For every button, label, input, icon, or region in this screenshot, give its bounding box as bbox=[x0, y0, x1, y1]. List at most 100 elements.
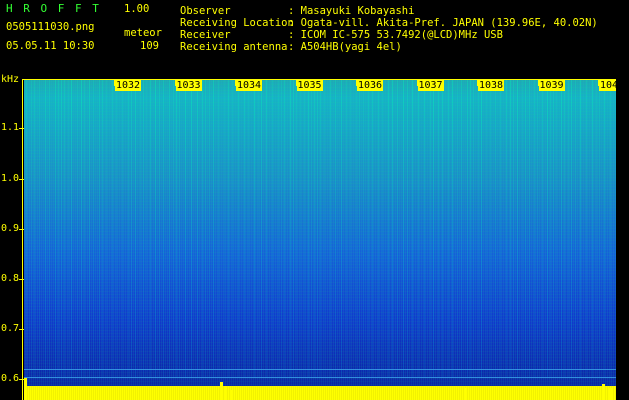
signal-peak bbox=[24, 378, 27, 400]
y-tick-label: 1.1 bbox=[1, 122, 20, 133]
noise-streak bbox=[481, 79, 482, 378]
y-unit-label: kHz bbox=[1, 74, 20, 85]
noise-streak bbox=[517, 79, 518, 378]
noise-streak bbox=[179, 79, 180, 378]
noise-streak bbox=[372, 79, 373, 378]
noise-streak bbox=[430, 79, 431, 378]
noise-streak bbox=[266, 79, 267, 378]
minute-label: 1036 bbox=[357, 80, 384, 91]
noise-streak bbox=[363, 79, 364, 378]
noise-streak bbox=[64, 79, 65, 378]
noise-streak bbox=[397, 79, 398, 378]
y-tick-label: 0.8 bbox=[1, 273, 20, 284]
noise-streak bbox=[561, 79, 562, 378]
noise-streak bbox=[596, 79, 597, 378]
noise-streak bbox=[55, 79, 56, 378]
minute-label: 1038 bbox=[478, 80, 505, 91]
noise-streak bbox=[296, 79, 297, 378]
noise-streak bbox=[146, 79, 147, 378]
noise-streak bbox=[359, 79, 360, 378]
signal-strength-strip bbox=[24, 386, 616, 400]
noise-streak bbox=[513, 79, 514, 378]
noise-streak bbox=[448, 79, 449, 378]
noise-streak bbox=[163, 79, 164, 378]
noise-streak bbox=[346, 79, 347, 378]
noise-streak bbox=[580, 79, 581, 378]
noise-streak bbox=[320, 79, 321, 378]
noise-streak bbox=[39, 79, 40, 378]
noise-streak bbox=[470, 79, 471, 378]
noise-streak bbox=[442, 79, 443, 378]
noise-streak bbox=[522, 79, 523, 378]
observer-value: : Masayuki Kobayashi bbox=[288, 5, 415, 17]
signal-peak bbox=[230, 390, 233, 400]
noise-streak bbox=[467, 79, 468, 378]
noise-streak bbox=[45, 79, 46, 378]
noise-streak bbox=[438, 79, 439, 378]
file-name: 0505111030.png bbox=[6, 21, 95, 33]
noise-streak bbox=[556, 79, 557, 378]
noise-streak bbox=[506, 79, 507, 378]
noise-streak bbox=[495, 79, 496, 378]
spectrogram[interactable]: 1032 1033 1034 1035 1036 1037 1038 1039 1040 bbox=[24, 79, 616, 400]
noise-streak bbox=[140, 79, 141, 378]
noise-streak bbox=[232, 79, 233, 378]
receiver-label: Receiver bbox=[180, 29, 231, 41]
noise-streak bbox=[254, 79, 255, 378]
noise-streak bbox=[281, 79, 282, 378]
noise-streak bbox=[131, 79, 132, 378]
noise-streak bbox=[205, 79, 206, 378]
signal-peak bbox=[220, 382, 223, 400]
noise-streak bbox=[197, 79, 198, 378]
noise-streak bbox=[304, 79, 305, 378]
noise-streak bbox=[433, 79, 434, 378]
minute-label: 1035 bbox=[296, 80, 323, 91]
y-tick-label: 0.7 bbox=[1, 323, 20, 334]
noise-streak bbox=[176, 79, 177, 378]
noise-streak bbox=[592, 79, 593, 378]
noise-streak bbox=[382, 79, 383, 378]
noise-streak bbox=[368, 79, 369, 378]
noise-streak bbox=[213, 79, 214, 378]
noise-streak bbox=[356, 79, 357, 378]
noise-streak bbox=[290, 79, 291, 378]
noise-streak bbox=[392, 79, 393, 378]
receiver-value: : ICOM IC-575 53.7492(@LCD)MHz USB bbox=[288, 29, 503, 41]
left-axis-line bbox=[22, 79, 23, 400]
noise-streak bbox=[112, 79, 113, 378]
noise-streak bbox=[238, 79, 239, 378]
noise-streak bbox=[143, 79, 144, 378]
minute-label: 1039 bbox=[538, 80, 565, 91]
noise-streak bbox=[218, 79, 219, 378]
noise-streak bbox=[99, 79, 100, 378]
noise-streak bbox=[490, 79, 491, 378]
noise-streak bbox=[510, 79, 511, 378]
minute-label: 1033 bbox=[175, 80, 202, 91]
noise-streak bbox=[278, 79, 279, 378]
noise-streak bbox=[335, 79, 336, 378]
noise-streak bbox=[311, 79, 312, 378]
noise-streak bbox=[159, 79, 160, 378]
noise-streak bbox=[77, 79, 78, 378]
category-label: meteor bbox=[124, 27, 162, 39]
noise-streak bbox=[568, 79, 569, 378]
noise-streak bbox=[202, 79, 203, 378]
noise-streak bbox=[89, 79, 90, 378]
noise-streak bbox=[93, 79, 94, 378]
noise-streak bbox=[116, 79, 117, 378]
noise-streak bbox=[500, 79, 501, 378]
noise-streak bbox=[571, 79, 572, 378]
noise-streak bbox=[461, 79, 462, 378]
minute-label: 1032 bbox=[115, 80, 142, 91]
noise-streak bbox=[486, 79, 487, 378]
noise-streak bbox=[537, 79, 538, 378]
date-time: 05.05.11 10:30 bbox=[6, 40, 95, 52]
noise-streak bbox=[529, 79, 530, 378]
noise-streak bbox=[169, 79, 170, 378]
noise-streak bbox=[106, 79, 107, 378]
noise-streak bbox=[284, 79, 285, 378]
noise-streak bbox=[31, 79, 32, 378]
antenna-label: Receiving antenna bbox=[180, 41, 288, 53]
noise-streak bbox=[314, 79, 315, 378]
noise-streak bbox=[525, 79, 526, 378]
